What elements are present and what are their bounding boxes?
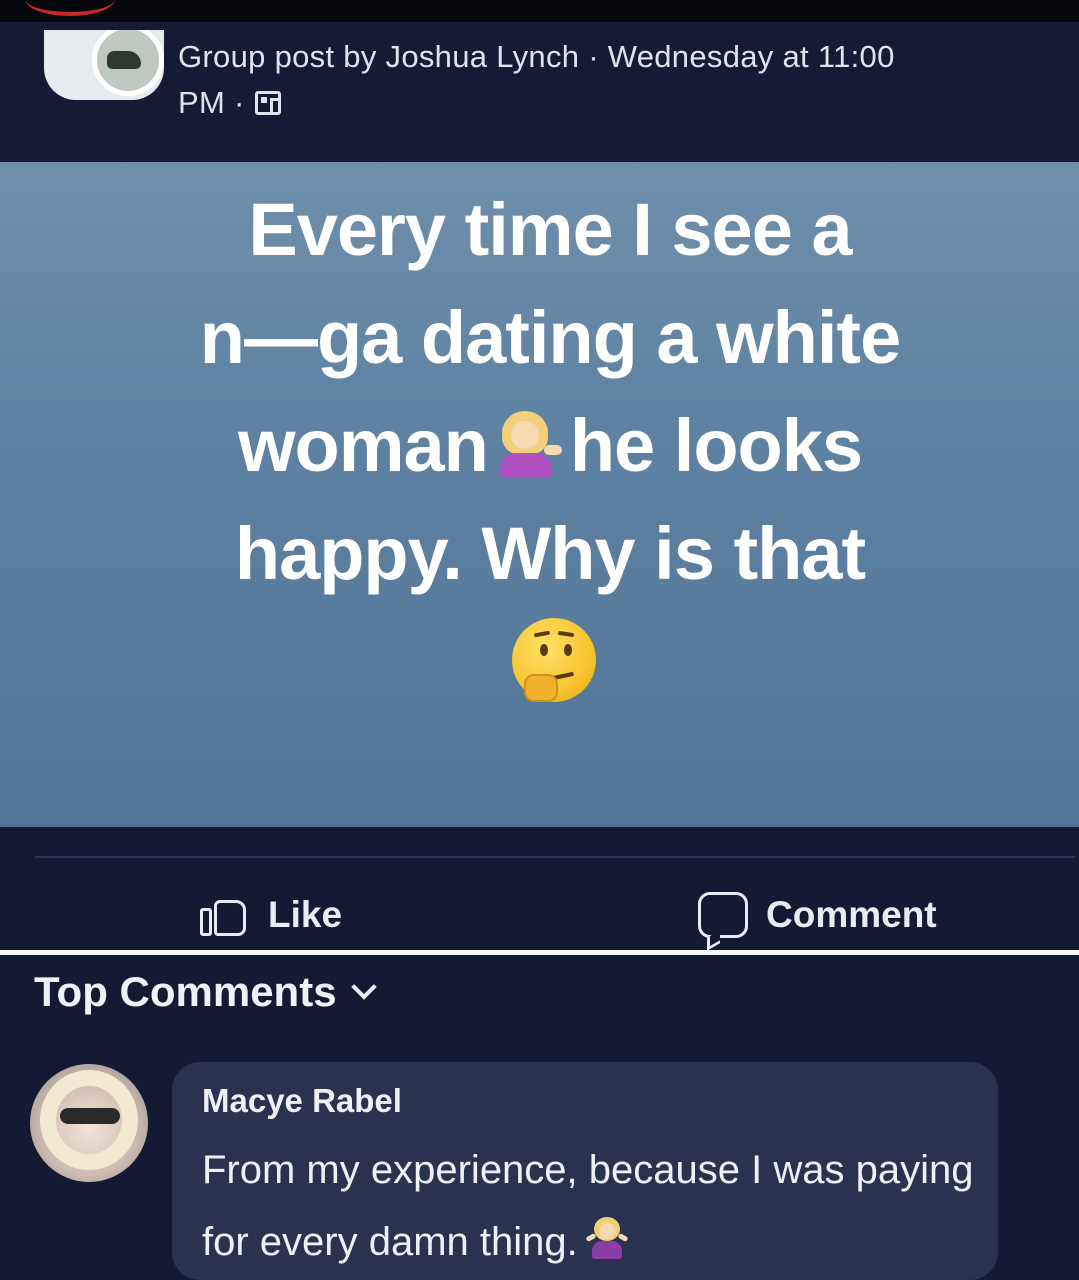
post-meta-line2: PM · [178, 85, 245, 120]
post-meta-line2-row: PM · [178, 80, 1058, 126]
comment-button[interactable]: Comment [698, 880, 937, 950]
post-line-2: n—ga dating a white [199, 296, 901, 379]
section-divider [0, 950, 1079, 955]
post-meta-line1[interactable]: Group post by Joshua Lynch · Wednesday a… [178, 34, 1058, 80]
like-label: Like [268, 894, 343, 935]
thinking-face-emoji [512, 618, 596, 702]
author-avatar[interactable] [92, 30, 164, 96]
post-line-3a: woman [237, 404, 489, 487]
post-line-1: Every time I see a [248, 188, 852, 271]
thumbs-up-icon [198, 890, 250, 940]
comment-sort-label: Top Comments [34, 968, 337, 1015]
comment-text: From my experience, because I was paying… [202, 1134, 982, 1278]
commenter-avatar[interactable] [30, 1064, 148, 1182]
group-audience-icon [254, 91, 281, 115]
post-line-3b: he looks [569, 404, 863, 487]
post-meta: Group post by Joshua Lynch · Wednesday a… [178, 34, 1058, 126]
comment-sort-dropdown[interactable]: Top Comments [34, 962, 377, 1022]
comment-label: Comment [766, 894, 937, 935]
status-bar [0, 0, 1079, 22]
status-bar-accent [25, 0, 115, 16]
post-line-4: happy. Why is that [234, 512, 866, 595]
woman-shrugging-emoji [585, 1217, 630, 1259]
post-text: Every time I see a n—ga dating a white w… [80, 176, 1020, 608]
post-header: Group post by Joshua Lynch · Wednesday a… [0, 22, 1079, 162]
comment-author[interactable]: Macye Rabel [202, 1082, 402, 1120]
actions-divider [35, 856, 1075, 858]
speech-bubble-icon [698, 892, 748, 938]
like-button[interactable]: Like [198, 880, 342, 950]
group-avatar[interactable] [44, 30, 164, 100]
post-line-3: woman he looks [80, 392, 1020, 500]
chevron-down-icon [350, 974, 377, 1000]
woman-tipping-hand-emoji [496, 411, 562, 477]
post-actions: Like Comment [0, 880, 1079, 950]
